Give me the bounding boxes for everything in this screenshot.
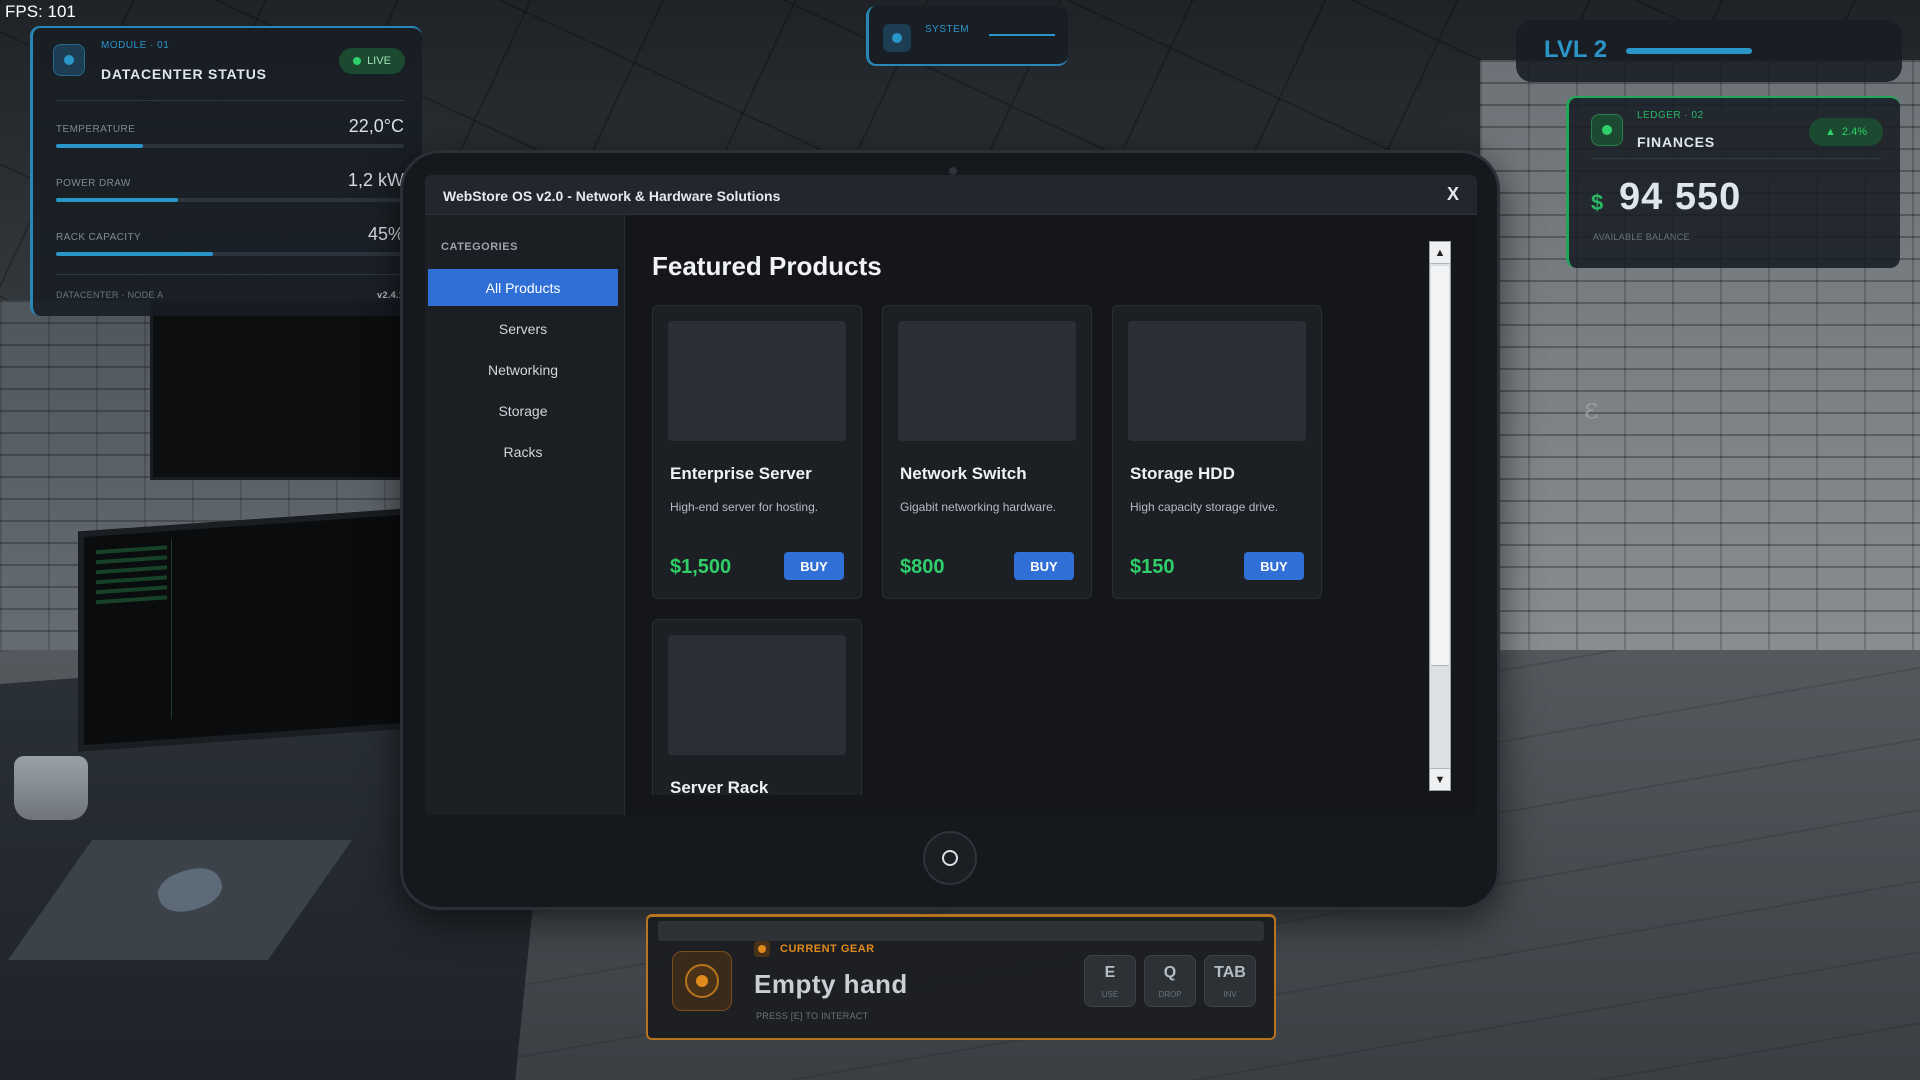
module-label: MODULE · 01	[101, 40, 170, 51]
product-image	[668, 321, 846, 441]
category-racks[interactable]: Racks	[428, 433, 618, 470]
product-card: Enterprise Server High-end server for ho…	[652, 305, 862, 599]
home-button-icon	[942, 850, 958, 866]
product-price: $1,500	[670, 556, 732, 578]
status-footer: DATACENTER · NODE A v2.4.1	[56, 290, 404, 300]
close-button[interactable]: X	[1447, 184, 1459, 205]
product-description: High-end server for hosting.	[670, 500, 819, 514]
scrollbar-thumb[interactable]	[1431, 266, 1449, 666]
live-badge: LIVE	[339, 48, 405, 74]
key-hints: E USE Q DROP TAB INV	[1084, 955, 1256, 1007]
trend-up-icon: ▲	[1825, 126, 1836, 138]
key-drop: Q DROP	[1144, 955, 1196, 1007]
system-icon	[883, 24, 911, 52]
product-image	[898, 321, 1076, 441]
product-image	[1128, 321, 1306, 441]
product-price: $800	[900, 556, 945, 578]
product-description: Gigabit networking hardware.	[900, 500, 1057, 514]
featured-products-heading: Featured Products	[652, 251, 882, 281]
temperature-bar	[56, 144, 143, 148]
status-title: DATACENTER STATUS	[101, 66, 267, 82]
window-title: WebStore OS v2.0 - Network & Hardware So…	[443, 188, 781, 204]
system-label: SYSTEM	[925, 24, 970, 35]
available-balance-label: AVAILABLE BALANCE	[1593, 232, 1690, 242]
xp-bar	[1626, 48, 1752, 54]
categories-heading: CATEGORIES	[441, 241, 518, 253]
datacenter-status-panel: MODULE · 01 DATACENTER STATUS LIVE TEMPE…	[30, 26, 422, 316]
current-gear-panel: CURRENT GEAR Empty hand PRESS [E] TO INT…	[646, 914, 1276, 1040]
category-servers[interactable]: Servers	[428, 310, 618, 347]
trend-badge: ▲ 2.4%	[1809, 118, 1883, 146]
product-name: Enterprise Server	[670, 464, 812, 483]
product-card: Storage HDD High capacity storage drive.…	[1112, 305, 1322, 599]
product-name: Storage HDD	[1130, 464, 1235, 483]
product-grid: Enterprise Server High-end server for ho…	[652, 305, 1392, 795]
product-name: Server Rack	[670, 778, 769, 795]
interact-hint: PRESS [E] TO INTERACT	[756, 1011, 869, 1021]
metric-temperature: TEMPERATURE 22,0°C	[56, 114, 404, 154]
metric-power-draw: POWER DRAW 1,2 kW	[56, 168, 404, 208]
category-networking[interactable]: Networking	[428, 351, 618, 388]
product-card: Server Rack	[652, 619, 862, 795]
scroll-down-arrow-icon[interactable]: ▼	[1430, 768, 1450, 790]
system-panel: SYSTEM	[866, 6, 1068, 66]
gear-name: Empty hand	[754, 969, 908, 999]
level-panel: LVL 2	[1516, 20, 1902, 82]
category-storage[interactable]: Storage	[428, 392, 618, 429]
home-button[interactable]	[923, 831, 977, 885]
back-monitor	[150, 300, 410, 480]
gear-slot-icon	[672, 951, 732, 1011]
window-titlebar: WebStore OS v2.0 - Network & Hardware So…	[425, 175, 1477, 215]
power-bar	[56, 198, 178, 202]
products-area: Featured Products Enterprise Server High…	[626, 215, 1477, 815]
key-inventory: TAB INV	[1204, 955, 1256, 1007]
scroll-up-arrow-icon[interactable]: ▲	[1430, 242, 1450, 264]
module-icon	[53, 44, 85, 76]
finances-panel: LEDGER · 02 FINANCES ▲ 2.4% $ 94 550 AVAI…	[1566, 96, 1900, 268]
webstore-window: WebStore OS v2.0 - Network & Hardware So…	[425, 175, 1477, 815]
buy-button[interactable]: BUY	[784, 552, 844, 580]
system-line	[989, 34, 1055, 36]
tablet-device: WebStore OS v2.0 - Network & Hardware So…	[400, 150, 1500, 910]
ledger-icon	[1591, 114, 1623, 146]
capacity-bar	[56, 252, 213, 256]
metric-rack-capacity: RACK CAPACITY 45%	[56, 222, 404, 262]
product-card: Network Switch Gigabit networking hardwa…	[882, 305, 1092, 599]
finances-title: FINANCES	[1637, 134, 1715, 150]
wall-glyph-icon: ɛ	[1584, 392, 1599, 425]
current-gear-label: CURRENT GEAR	[780, 943, 875, 955]
product-image	[668, 635, 846, 755]
products-scrollbar[interactable]: ▲ ▼	[1429, 241, 1451, 791]
fps-counter: FPS: 101	[5, 2, 76, 21]
categories-sidebar: CATEGORIES All Products Servers Networki…	[425, 215, 625, 815]
buy-button[interactable]: BUY	[1014, 552, 1074, 580]
product-price: $150	[1130, 556, 1175, 578]
product-description: High capacity storage drive.	[1130, 500, 1279, 514]
buy-button[interactable]: BUY	[1244, 552, 1304, 580]
key-use: E USE	[1084, 955, 1136, 1007]
mug	[14, 756, 88, 820]
product-name: Network Switch	[900, 464, 1027, 483]
balance-value: 94 550	[1619, 176, 1742, 218]
currency-symbol: $	[1591, 190, 1604, 215]
level-label: LVL 2	[1544, 36, 1608, 63]
category-all-products[interactable]: All Products	[428, 269, 618, 306]
desk-monitor	[78, 508, 408, 752]
camera-dot	[949, 167, 957, 175]
gear-top-strip	[658, 921, 1264, 941]
ledger-label: LEDGER · 02	[1637, 110, 1704, 121]
gear-label-icon	[754, 941, 770, 957]
